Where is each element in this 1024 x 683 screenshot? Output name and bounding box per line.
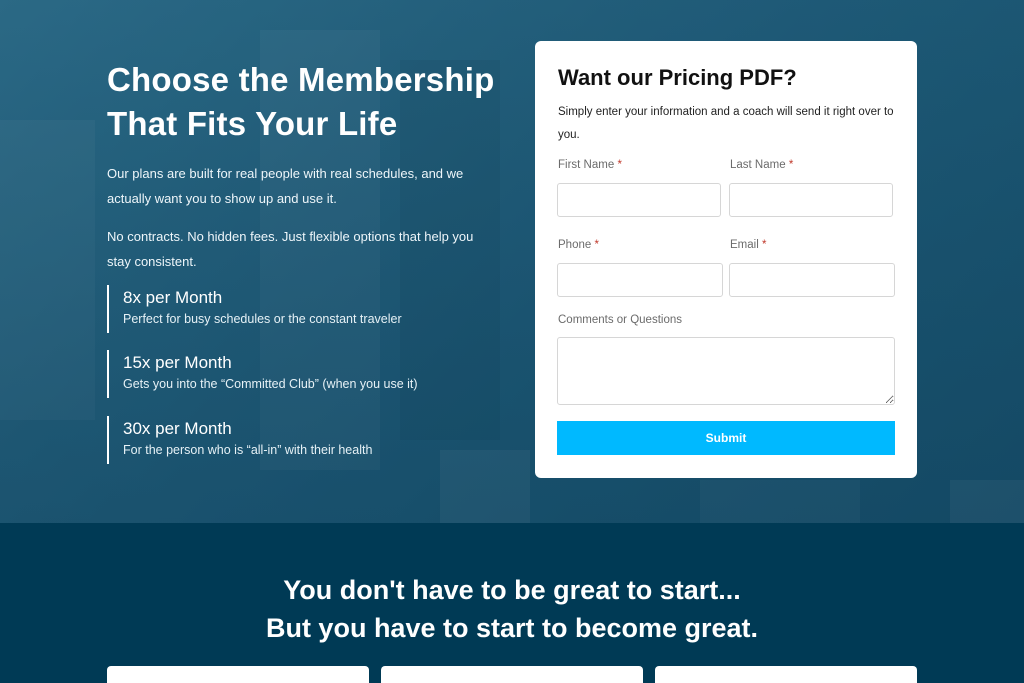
email-label: Email * [730, 239, 767, 251]
first-name-label: First Name * [558, 159, 622, 171]
plan-title: 15x per Month [123, 353, 232, 372]
first-name-field[interactable] [557, 183, 721, 217]
feature-card [381, 666, 643, 683]
plan-30x: 30x per Month For the person who is “all… [107, 416, 487, 464]
plan-15x: 15x per Month Gets you into the “Committ… [107, 350, 487, 398]
feature-card [107, 666, 369, 683]
motivation-section: You don't have to be great to start... B… [0, 523, 1024, 683]
hero-section: Choose the Membership That Fits Your Lif… [0, 0, 1024, 523]
plan-description: Perfect for busy schedules or the consta… [123, 312, 402, 326]
last-name-field[interactable] [729, 183, 893, 217]
motivation-quote: You don't have to be great to start... B… [265, 575, 759, 643]
plan-title: 30x per Month [123, 419, 232, 438]
plan-8x: 8x per Month Perfect for busy schedules … [107, 285, 487, 333]
comments-label: Comments or Questions [558, 314, 682, 326]
submit-button[interactable]: Submit [557, 421, 895, 455]
feature-card [655, 666, 917, 683]
plan-title: 8x per Month [123, 288, 223, 307]
plan-description: Gets you into the “Committed Club” (when… [123, 377, 418, 391]
phone-label: Phone * [558, 239, 599, 251]
form-description: Simply enter your information and a coac… [558, 106, 894, 141]
hero-title: Choose the Membership That Fits Your Lif… [107, 61, 495, 142]
hero-intro-text: Our plans are built for real people with… [107, 166, 464, 206]
plan-description: For the person who is “all-in” with thei… [123, 443, 373, 457]
comments-field[interactable] [557, 337, 895, 405]
phone-field[interactable] [557, 263, 723, 297]
pricing-pdf-form: Want our Pricing PDF? Simply enter your … [535, 41, 917, 478]
hero-no-contracts-text: No contracts. No hidden fees. Just flexi… [107, 229, 474, 269]
email-field[interactable] [729, 263, 895, 297]
last-name-label: Last Name * [730, 159, 794, 171]
form-title: Want our Pricing PDF? [558, 65, 797, 90]
